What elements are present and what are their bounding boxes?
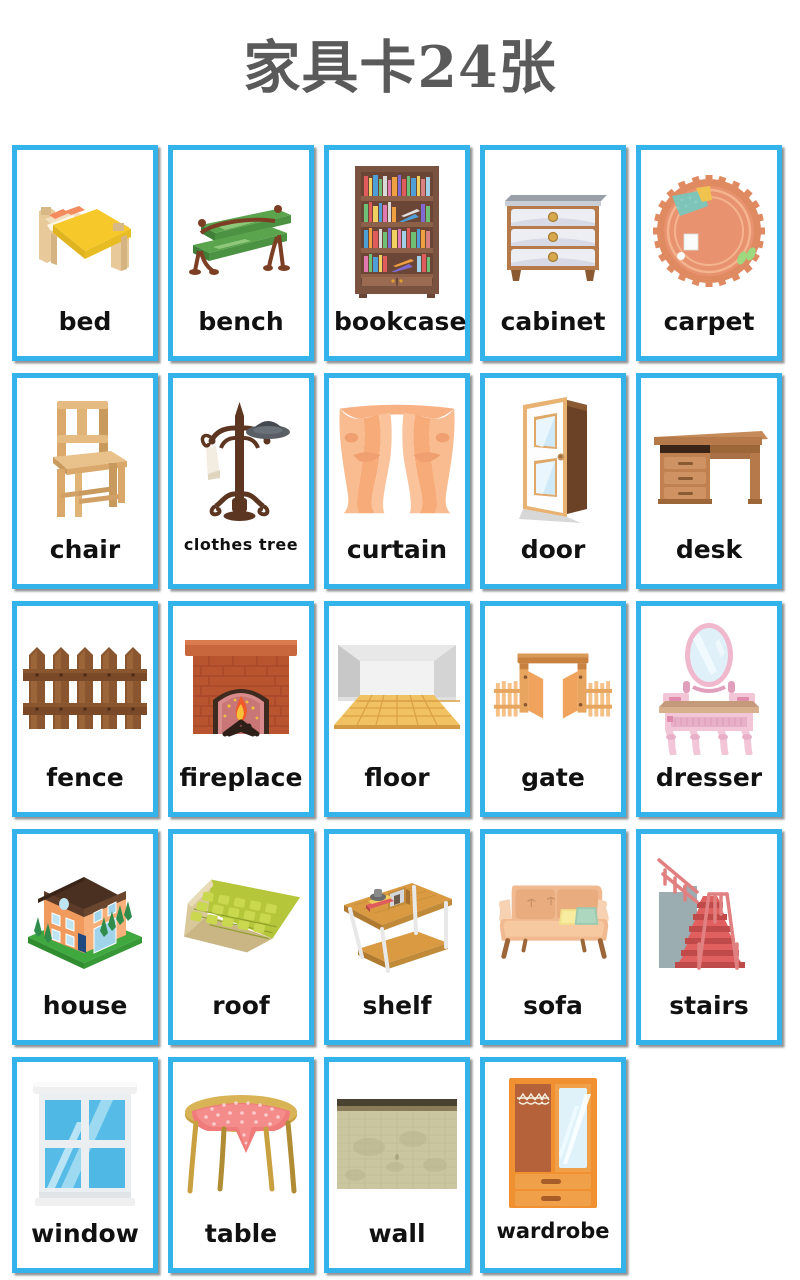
door-illustration <box>490 383 616 535</box>
clothes-tree-illustration <box>178 383 304 535</box>
flashcard-cabinet[interactable]: cabinet <box>480 145 626 361</box>
dresser-illustration <box>646 611 772 763</box>
flashcard-label: chair <box>49 535 121 564</box>
flashcard-label: gate <box>521 763 585 792</box>
flashcard-label: door <box>520 535 586 564</box>
flashcard-wall[interactable]: wall <box>324 1057 470 1273</box>
table-illustration <box>178 1067 304 1219</box>
flashcard-gate[interactable]: gate <box>480 601 626 817</box>
flashcard-label: window <box>31 1219 139 1248</box>
flashcard-sheet: 家具卡24张 bed bench bookcase cabinet carpet… <box>0 0 800 1280</box>
flashcard-grid: bed bench bookcase cabinet carpet chair … <box>0 145 800 1273</box>
fireplace-illustration <box>178 611 304 763</box>
flashcard-door[interactable]: door <box>480 373 626 589</box>
gate-illustration <box>490 611 616 763</box>
flashcard-sofa[interactable]: sofa <box>480 829 626 1045</box>
flashcard-label: house <box>42 991 128 1020</box>
flashcard-fireplace[interactable]: fireplace <box>168 601 314 817</box>
flashcard-bookcase[interactable]: bookcase <box>324 145 470 361</box>
bench-illustration <box>178 155 304 307</box>
flashcard-dresser[interactable]: dresser <box>636 601 782 817</box>
flashcard-label: fence <box>46 763 124 792</box>
flashcard-carpet[interactable]: carpet <box>636 145 782 361</box>
fence-illustration <box>22 611 148 763</box>
stairs-illustration <box>646 839 772 991</box>
flashcard-label: fireplace <box>179 763 303 792</box>
carpet-illustration <box>646 155 772 307</box>
flashcard-roof[interactable]: roof <box>168 829 314 1045</box>
sofa-illustration <box>490 839 616 991</box>
flashcard-label: floor <box>364 763 430 792</box>
window-illustration <box>22 1067 148 1219</box>
flashcard-label: dresser <box>655 763 763 792</box>
wall-illustration <box>334 1067 460 1219</box>
chair-illustration <box>22 383 148 535</box>
flashcard-shelf[interactable]: shelf <box>324 829 470 1045</box>
flashcard-bench[interactable]: bench <box>168 145 314 361</box>
flashcard-label: cabinet <box>500 307 606 336</box>
curtain-illustration <box>334 383 460 535</box>
flashcard-label: bench <box>198 307 284 336</box>
flashcard-desk[interactable]: desk <box>636 373 782 589</box>
desk-illustration <box>646 383 772 535</box>
flashcard-label: curtain <box>346 535 448 564</box>
flashcard-label: shelf <box>362 991 432 1020</box>
page-title: 家具卡24张 <box>243 34 557 101</box>
flashcard-label: carpet <box>663 307 755 336</box>
flashcard-label: roof <box>212 991 270 1020</box>
flashcard-label: table <box>204 1219 278 1248</box>
shelf-illustration <box>334 839 460 991</box>
flashcard-label: wall <box>368 1219 426 1248</box>
flashcard-chair[interactable]: chair <box>12 373 158 589</box>
bookcase-illustration <box>334 155 460 307</box>
flashcard-wardrobe[interactable]: wardrobe <box>480 1057 626 1273</box>
flashcard-label: wardrobe <box>496 1219 610 1243</box>
flashcard-label: stairs <box>669 991 749 1020</box>
flashcard-clothes-tree[interactable]: clothes tree <box>168 373 314 589</box>
flashcard-floor[interactable]: floor <box>324 601 470 817</box>
roof-illustration <box>178 839 304 991</box>
flashcard-house[interactable]: house <box>12 829 158 1045</box>
flashcard-fence[interactable]: fence <box>12 601 158 817</box>
house-illustration <box>22 839 148 991</box>
floor-illustration <box>334 611 460 763</box>
cabinet-illustration <box>490 155 616 307</box>
flashcard-label: sofa <box>523 991 583 1020</box>
flashcard-window[interactable]: window <box>12 1057 158 1273</box>
flashcard-label: bookcase <box>334 307 467 336</box>
flashcard-label: desk <box>675 535 743 564</box>
flashcard-stairs[interactable]: stairs <box>636 829 782 1045</box>
flashcard-label: clothes tree <box>183 535 299 554</box>
flashcard-curtain[interactable]: curtain <box>324 373 470 589</box>
wardrobe-illustration <box>490 1067 616 1219</box>
flashcard-table[interactable]: table <box>168 1057 314 1273</box>
flashcard-bed[interactable]: bed <box>12 145 158 361</box>
flashcard-label: bed <box>58 307 112 336</box>
bed-illustration <box>22 155 148 307</box>
